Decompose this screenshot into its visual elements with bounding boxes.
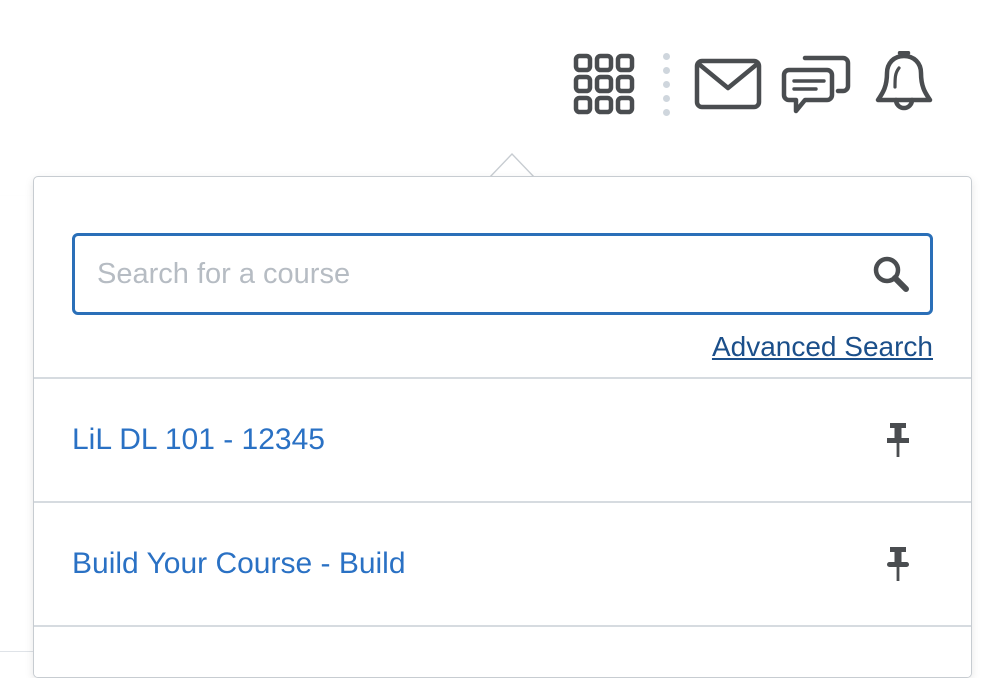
search-icon[interactable] bbox=[868, 251, 914, 297]
divider-dot bbox=[662, 66, 670, 74]
advanced-search-row: Advanced Search bbox=[72, 331, 933, 363]
course-selector-dropdown: Advanced Search LiL DL 101 - 12345 Build… bbox=[33, 176, 972, 678]
search-input[interactable] bbox=[75, 236, 930, 312]
divider-dot bbox=[662, 108, 670, 116]
list-item[interactable]: LiL DL 101 - 12345 bbox=[34, 379, 971, 503]
divider-dot bbox=[662, 80, 670, 88]
list-item[interactable] bbox=[34, 627, 971, 677]
divider-dot bbox=[662, 94, 670, 102]
pushpin-icon[interactable] bbox=[877, 543, 919, 585]
header-icon-row bbox=[560, 44, 948, 124]
list-item[interactable]: Build Your Course - Build bbox=[34, 503, 971, 627]
divider-dot bbox=[662, 52, 670, 60]
dropdown-caret bbox=[489, 153, 535, 178]
chat-bubbles-icon[interactable] bbox=[772, 44, 860, 124]
caret-fill bbox=[489, 155, 535, 178]
search-field-wrapper[interactable] bbox=[72, 233, 933, 315]
apps-grid-icon[interactable] bbox=[560, 44, 648, 124]
bell-icon[interactable] bbox=[860, 44, 948, 124]
pushpin-icon[interactable] bbox=[877, 419, 919, 461]
course-link[interactable]: LiL DL 101 - 12345 bbox=[72, 423, 325, 457]
advanced-search-link[interactable]: Advanced Search bbox=[712, 331, 933, 362]
global-header bbox=[0, 0, 982, 152]
course-search-section: Advanced Search bbox=[34, 177, 971, 379]
course-link[interactable]: Build Your Course - Build bbox=[72, 547, 406, 581]
envelope-icon[interactable] bbox=[684, 44, 772, 124]
dot-divider-icon bbox=[648, 44, 684, 124]
course-list: LiL DL 101 - 12345 Build Your Course - B… bbox=[34, 379, 971, 677]
